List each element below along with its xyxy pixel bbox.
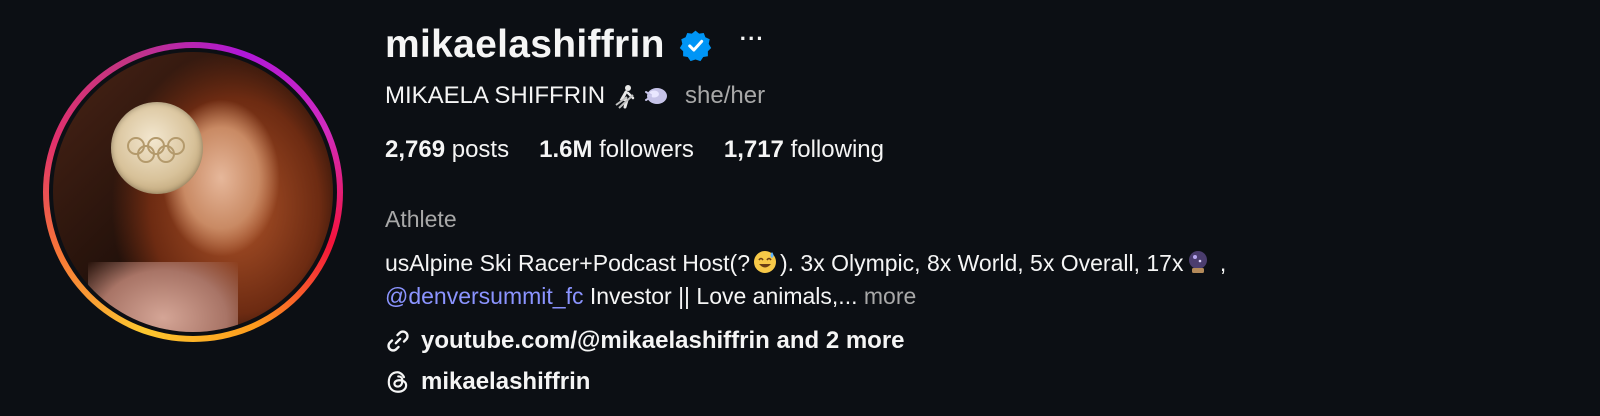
bio-text-1: usAlpine Ski Racer+Podcast Host(? bbox=[385, 250, 750, 276]
external-link-text: youtube.com/@mikaelashiffrin and 2 more bbox=[421, 327, 905, 354]
external-link[interactable]: youtube.com/@mikaelashiffrin and 2 more bbox=[385, 327, 905, 355]
threads-icon bbox=[387, 371, 408, 393]
threads-handle: mikaelashiffrin bbox=[421, 368, 591, 395]
full-name-row: MIKAELA SHIFFRIN she/her bbox=[385, 80, 765, 112]
more-options-icon[interactable]: ··· bbox=[740, 28, 765, 50]
verified-badge-icon bbox=[679, 30, 711, 61]
bio-text-4: Investor || Love animals,... bbox=[583, 283, 858, 309]
skier-emoji-icon bbox=[615, 85, 635, 109]
following-count: 1,717 bbox=[723, 136, 784, 163]
olympic-rings-icon bbox=[127, 137, 185, 163]
sweat-smile-emoji-icon bbox=[753, 251, 776, 273]
followers-count: 1.6M bbox=[539, 136, 593, 163]
crystal-globe-emoji-icon bbox=[1189, 251, 1208, 273]
bio-text-2: ). 3x Olympic, 8x World, 5x Overall, 17x bbox=[779, 250, 1184, 276]
profile-avatar-ring[interactable] bbox=[43, 42, 343, 342]
link-icon bbox=[387, 330, 409, 352]
avatar-sweater-shape bbox=[88, 262, 238, 332]
posts-count: 2,769 bbox=[385, 136, 446, 163]
following-label: following bbox=[790, 136, 884, 163]
bio-more-link[interactable]: more bbox=[864, 283, 916, 309]
full-name: MIKAELA SHIFFRIN bbox=[385, 82, 606, 109]
profile-bio: usAlpine Ski Racer+Podcast Host(? ). 3x … bbox=[385, 247, 1385, 313]
followers-stat[interactable]: 1.6M followers bbox=[539, 136, 694, 164]
posts-stat[interactable]: 2,769 posts bbox=[385, 136, 509, 164]
username: mikaelashiffrin bbox=[385, 23, 665, 66]
bio-text-3: , bbox=[1213, 250, 1227, 276]
followers-label: followers bbox=[599, 136, 694, 163]
pronouns: she/her bbox=[685, 82, 766, 109]
threads-link[interactable]: mikaelashiffrin bbox=[385, 368, 590, 396]
posts-label: posts bbox=[451, 136, 510, 163]
following-stat[interactable]: 1,717 following bbox=[724, 136, 884, 164]
profile-category: Athlete bbox=[385, 206, 457, 232]
profile-stats: 2,769 posts 1.6M followers 1,717 followi… bbox=[385, 136, 884, 164]
username-row: mikaelashiffrin ··· bbox=[385, 20, 765, 70]
avatar[interactable] bbox=[53, 52, 333, 332]
snowflake-emoji-icon bbox=[645, 88, 668, 104]
bio-mention-link[interactable]: @denversummit_fc bbox=[385, 283, 583, 309]
